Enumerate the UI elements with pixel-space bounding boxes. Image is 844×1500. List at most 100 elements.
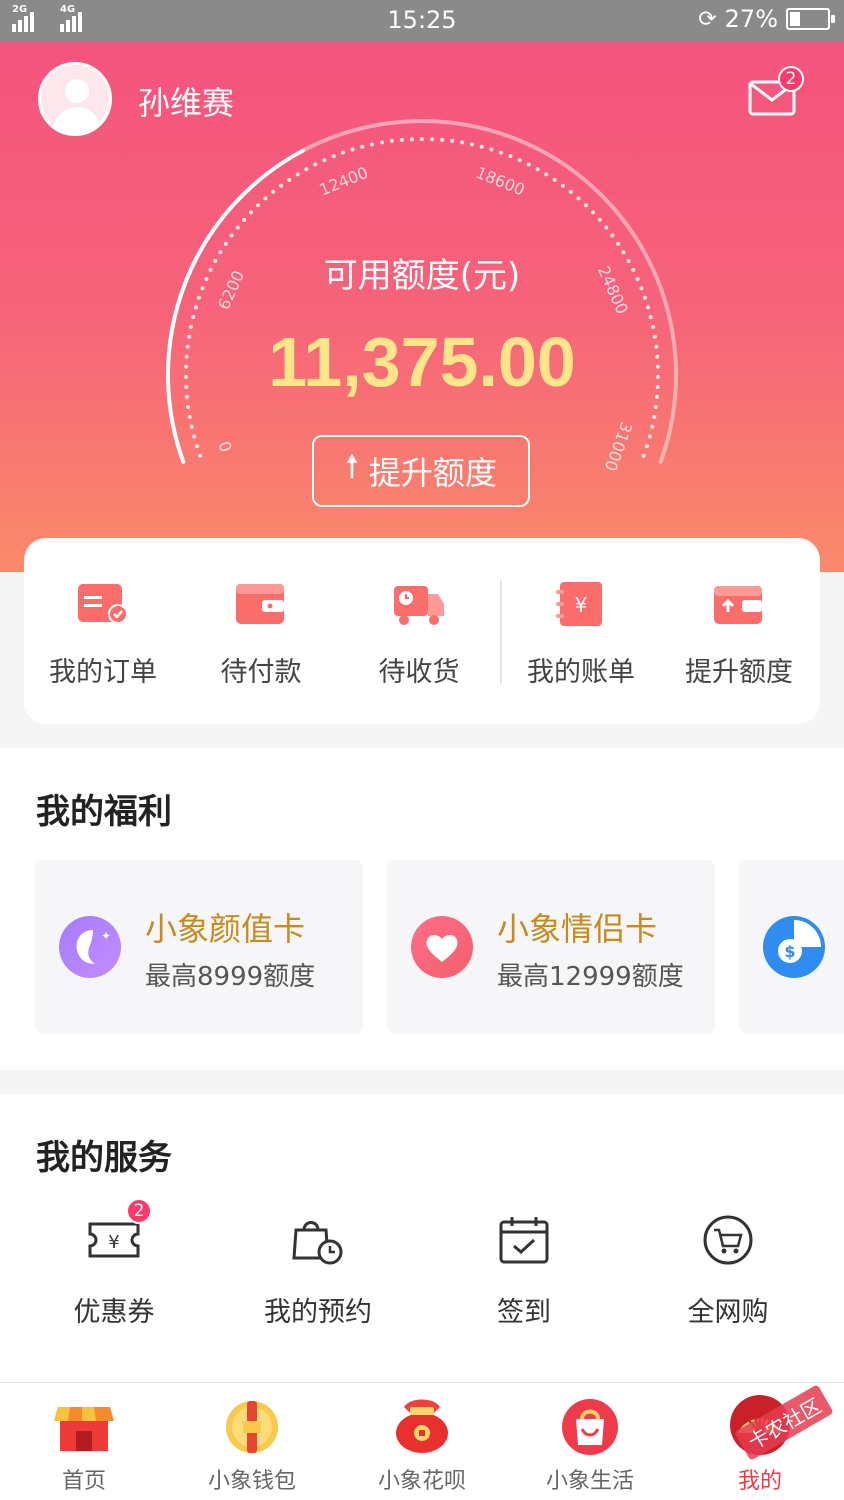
gauge-dot — [331, 154, 336, 159]
gauge-dot — [526, 162, 531, 167]
shopping-bag-icon — [558, 1393, 622, 1457]
gauge-dot — [379, 140, 384, 145]
gauge-dot — [192, 434, 197, 439]
gauge-dot — [653, 404, 658, 409]
benefits-section: 我的福利 ✦ 小象颜值卡 最高8999额度 小象情侣卡 最高12999额度 $ — [0, 748, 844, 1070]
battery-percent: 27% — [724, 5, 778, 33]
gauge-dot — [597, 217, 602, 222]
raise-limit-icon — [712, 580, 766, 628]
nav-life[interactable]: 小象生活 — [506, 1393, 674, 1495]
gauge-dot — [648, 315, 653, 320]
gauge-dot — [647, 434, 652, 439]
gauge-dot — [198, 453, 203, 458]
gauge-dot — [544, 172, 549, 177]
nav-wallet[interactable]: 小象钱包 — [168, 1393, 336, 1495]
gauge-dot — [552, 177, 557, 182]
gauge-dot — [508, 154, 513, 159]
status-bar: 2G 4G 15:25 ⟳ 27% — [0, 0, 844, 42]
gauge-dot — [610, 233, 615, 238]
divider — [500, 580, 502, 684]
gauge-dot — [409, 137, 414, 142]
gauge-dot — [517, 158, 522, 163]
gauge-dot — [479, 144, 484, 149]
gauge-progress-arc — [166, 148, 305, 464]
nav-huabei[interactable]: 小象花呗 — [338, 1393, 506, 1495]
coin-icon — [220, 1393, 284, 1457]
gauge-dot — [248, 210, 253, 215]
nav-home[interactable]: 首页 — [0, 1393, 168, 1495]
gauge-dot — [263, 196, 268, 201]
raise-limit-button[interactable]: 🠕 提升额度 — [312, 435, 530, 507]
gauge-dot — [186, 404, 191, 409]
gauge-dot — [652, 414, 657, 419]
heart-icon — [411, 916, 473, 978]
service-coupon[interactable]: ¥ 2 优惠券 — [14, 1198, 214, 1329]
cart-icon — [700, 1214, 756, 1266]
gauge-tick-label: 12400 — [317, 163, 371, 200]
gauge-dot — [223, 241, 228, 246]
rotation-lock-icon: ⟳ — [698, 6, 717, 32]
gauge-dot — [287, 177, 292, 182]
services-title: 我的服务 — [36, 1138, 172, 1178]
available-credit-label: 可用额度(元) — [323, 256, 521, 296]
calendar-check-icon — [496, 1214, 552, 1266]
svg-text:¥: ¥ — [108, 1232, 119, 1253]
quick-actions-card: 我的订单 待付款 待收货 ¥ 我的账单 提升额度 — [24, 538, 820, 724]
gauge-dot — [489, 147, 494, 152]
quick-action-pending-delivery[interactable]: 待收货 — [344, 580, 494, 689]
gauge-dot — [295, 172, 300, 177]
gauge-dot — [370, 142, 375, 147]
gauge-dot — [535, 167, 540, 172]
gauge-dot — [583, 203, 588, 208]
gauge-dot — [430, 137, 435, 142]
available-credit-value: 11,375.00 — [268, 323, 576, 401]
quick-action-bills[interactable]: ¥ 我的账单 — [506, 580, 656, 689]
gauge-dot — [560, 183, 565, 188]
gauge-dot — [229, 233, 234, 238]
services-section: 我的服务 ¥ 2 优惠券 我的预约 签到 全网购 — [0, 1094, 844, 1382]
battery-icon — [786, 8, 835, 30]
gauge-tick-label: 0 — [215, 438, 236, 454]
gauge-dot — [645, 444, 650, 449]
dollar-chart-icon: $ — [763, 916, 825, 978]
quick-action-orders[interactable]: 我的订单 — [28, 580, 178, 689]
service-appointment[interactable]: 我的预约 — [218, 1214, 418, 1329]
gauge-dot — [389, 138, 394, 143]
red-bag-icon — [390, 1393, 454, 1457]
svg-text:¥: ¥ — [575, 593, 588, 617]
gauge-dot — [341, 150, 346, 155]
gauge-dot — [271, 189, 276, 194]
gauge-dot — [591, 210, 596, 215]
service-checkin[interactable]: 签到 — [424, 1214, 624, 1329]
gauge-dot — [568, 189, 573, 194]
arrow-up-icon: 🠕 — [345, 447, 359, 485]
appointment-icon — [290, 1214, 346, 1266]
gauge-dot — [313, 162, 318, 167]
benefit-card-partial[interactable]: $ — [739, 860, 844, 1034]
gauge-dot — [279, 183, 284, 188]
gauge-dot — [641, 453, 646, 458]
gauge-dot — [194, 444, 199, 449]
svg-text:$: $ — [784, 942, 795, 961]
benefit-card-couple[interactable]: 小象情侣卡 最高12999额度 — [387, 860, 715, 1034]
bill-icon: ¥ — [554, 580, 608, 628]
wallet-icon — [234, 580, 288, 628]
benefit-card-face[interactable]: ✦ 小象颜值卡 最高8999额度 — [35, 860, 363, 1034]
gauge-dot — [360, 144, 365, 149]
service-shop-all[interactable]: 全网购 — [628, 1214, 828, 1329]
gauge-dot — [616, 241, 621, 246]
gauge-dot — [420, 137, 424, 141]
gauge-dot — [304, 167, 309, 172]
gauge-dot — [469, 142, 474, 147]
quick-action-raise-limit[interactable]: 提升额度 — [664, 580, 814, 689]
gauge-dot — [242, 217, 247, 222]
shop-icon — [52, 1393, 116, 1457]
gauge-dot — [460, 140, 465, 145]
gauge-dot — [322, 158, 327, 163]
gauge-dot — [498, 150, 503, 155]
quick-action-pending-payment[interactable]: 待付款 — [186, 580, 336, 689]
gauge-dot — [235, 225, 240, 230]
gauge-dot — [576, 196, 581, 201]
gauge-dot — [646, 305, 651, 310]
gauge-dot — [187, 414, 192, 419]
